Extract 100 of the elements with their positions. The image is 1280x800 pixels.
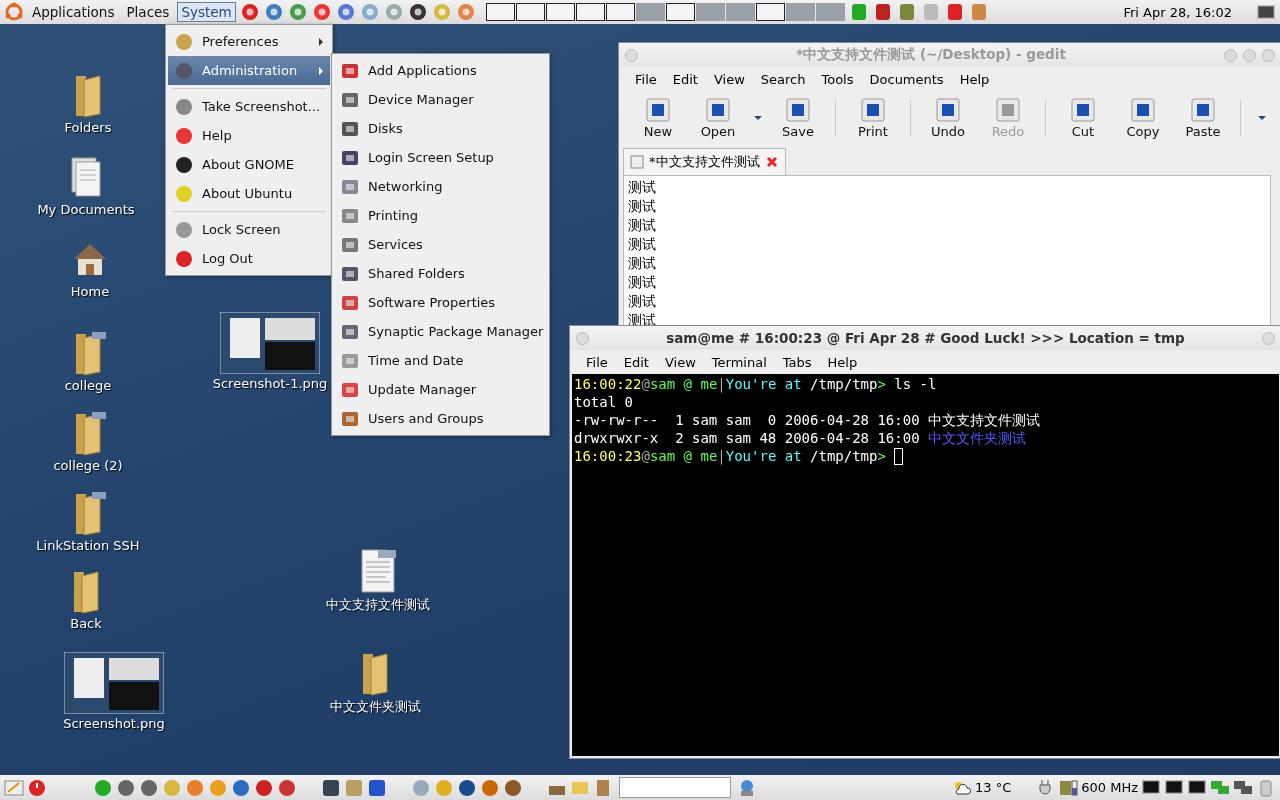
menu-item[interactable]: Preferences	[168, 27, 330, 56]
panel-menu[interactable]: Places	[122, 2, 174, 22]
icon-label: Screenshot-1.png	[212, 376, 328, 391]
menu-item[interactable]: Terminal	[703, 354, 775, 370]
menu-item[interactable]: Help	[168, 121, 330, 150]
toolbar-button[interactable]: Save	[769, 97, 827, 139]
terminal-text: drwxrwxr-x 2 sam sam 48 2006-04-28 16:00	[574, 429, 921, 447]
monitor-icon[interactable]	[1256, 2, 1276, 22]
caret-icon[interactable]	[753, 115, 763, 121]
terminal-text: /tmp/tmp	[809, 447, 878, 465]
app-icon[interactable]	[321, 777, 341, 798]
menu-item[interactable]: Users and Groups	[334, 404, 547, 433]
terminal-text: You're at	[725, 447, 802, 465]
icon-label: college (2)	[53, 458, 123, 473]
menu-item[interactable]: Update Manager	[334, 375, 547, 404]
menu-item[interactable]: Disks	[334, 114, 547, 143]
search-field[interactable]	[619, 777, 731, 798]
app-icon[interactable]	[254, 777, 274, 798]
toolbar-button[interactable]: Cut	[1054, 97, 1112, 139]
terminal-text: |	[717, 375, 726, 393]
toolbar-icon	[936, 97, 960, 122]
text-line: 测试	[628, 235, 657, 254]
screenshot-thumbnail[interactable]	[220, 312, 320, 374]
menu-item[interactable]: Device Manager	[334, 85, 547, 114]
menu-item[interactable]: Help	[819, 354, 866, 370]
terminal-text: 16:00:23	[574, 447, 642, 465]
menu-item[interactable]: Administration	[168, 56, 330, 85]
menu-item[interactable]: Add Applications	[334, 56, 547, 85]
toolbar-button[interactable]: Print	[844, 97, 902, 139]
menu-item[interactable]: Shared Folders	[334, 259, 547, 288]
menu-item[interactable]: View	[705, 71, 753, 87]
menu-icon	[174, 154, 194, 175]
menu-item[interactable]: Tabs	[774, 354, 820, 370]
toolbar-button[interactable]: New	[629, 97, 687, 139]
caret-icon[interactable]	[1257, 115, 1267, 121]
panel-menu[interactable]: System	[177, 2, 236, 22]
menu-item[interactable]: Lock Screen	[168, 215, 330, 244]
menu-icon	[174, 96, 194, 117]
panel-menu[interactable]: Applications	[28, 2, 119, 22]
toolbar-button[interactable]: Open	[689, 97, 747, 139]
icon-label: 中文文件夹测试	[329, 698, 421, 716]
icon-label: Home	[70, 284, 110, 299]
app-icon[interactable]	[231, 777, 251, 798]
menu-icon	[174, 60, 194, 81]
menu-item[interactable]: Take Screenshot...	[168, 92, 330, 121]
terminal-text: total 0	[574, 393, 633, 411]
terminal-text: @	[641, 375, 650, 393]
menu-item[interactable]: View	[656, 354, 704, 370]
menu-item[interactable]: Edit	[664, 71, 706, 87]
terminal-text: @	[641, 447, 650, 465]
terminal-text: -rw-rw-r-- 1 sam sam 0 2006-04-28 16:00	[574, 411, 921, 429]
menu-item[interactable]: Tools	[813, 71, 862, 87]
icon-label: college	[64, 378, 112, 393]
menu-item[interactable]: Help	[951, 71, 998, 87]
text-line: 测试	[628, 273, 657, 292]
toolbar-icon	[786, 97, 810, 122]
menu-item[interactable]: Search	[752, 71, 814, 87]
toolbar-button[interactable]: Paste	[1174, 97, 1232, 139]
menu-item[interactable]: File	[627, 71, 665, 87]
text-file-icon[interactable]	[358, 548, 398, 594]
terminal-text: |	[717, 447, 726, 465]
screenshot-thumbnail[interactable]	[64, 652, 164, 714]
terminal-screen[interactable]: 16:00:22@sam @ me|You're at /tmp/tmp> ls -l total 0 -rw-rw-r-- 1 sam sam 0 2006-04-28 16:00 中文支持文件测试 drwxrwxr-x 2 sam sam 48 2006-04-28 16:00 中文文件夹测试 16:00:23@sam @ me|You're at /tmp/tmp>	[572, 374, 1279, 756]
menu-item[interactable]: About Ubuntu	[168, 179, 330, 208]
toolbar-icon	[706, 97, 730, 122]
menu-item[interactable]: Software Properties	[334, 288, 547, 317]
terminal-text: ls -l	[894, 375, 937, 393]
menu-item[interactable]: Edit	[615, 354, 657, 370]
terminal-text: 中文支持文件测试	[928, 411, 1040, 429]
logo-icon[interactable]	[4, 2, 24, 22]
document-tab[interactable]: *中文支持文件测试	[623, 148, 786, 175]
menu-item[interactable]: Services	[334, 230, 547, 259]
icon-label: LinkStation SSH	[36, 538, 140, 553]
menu-item[interactable]: Time and Date	[334, 346, 547, 375]
icon-label: 中文支持文件测试	[326, 596, 430, 614]
toolbar-button[interactable]: Undo	[919, 97, 977, 139]
cpu-icon[interactable]	[1058, 777, 1079, 798]
menu-item[interactable]: Networking	[334, 172, 547, 201]
menu-item[interactable]: File	[578, 354, 616, 370]
toolbar-icon	[1131, 97, 1155, 122]
menu-item[interactable]: Login Screen Setup	[334, 143, 547, 172]
cpu-frequency: 600 MHz	[1081, 780, 1138, 795]
icon-label: Folders	[64, 120, 112, 135]
toolbar-icon	[996, 97, 1020, 122]
menu-item[interactable]: Printing	[334, 201, 547, 230]
close-icon[interactable]	[764, 155, 779, 169]
menu-icon	[174, 125, 194, 146]
menu-item[interactable]: Documents	[861, 71, 952, 87]
terminal-text: You're at	[725, 375, 802, 393]
clock[interactable]: Fri Apr 28, 16:02	[1123, 4, 1232, 20]
menu-item[interactable]: Synaptic Package Manager	[334, 317, 547, 346]
toolbar-icon	[1191, 97, 1215, 122]
document-icon	[630, 155, 644, 169]
menu-item[interactable]: Log Out	[168, 244, 330, 273]
toolbar-button[interactable]: Copy	[1114, 97, 1172, 139]
workspace-switcher[interactable]	[485, 3, 845, 21]
terminal-text: 16:00:22	[574, 375, 642, 393]
text-line: 测试	[628, 197, 657, 216]
text-line: 测试	[628, 178, 657, 197]
menu-item[interactable]: About GNOME	[168, 150, 330, 179]
